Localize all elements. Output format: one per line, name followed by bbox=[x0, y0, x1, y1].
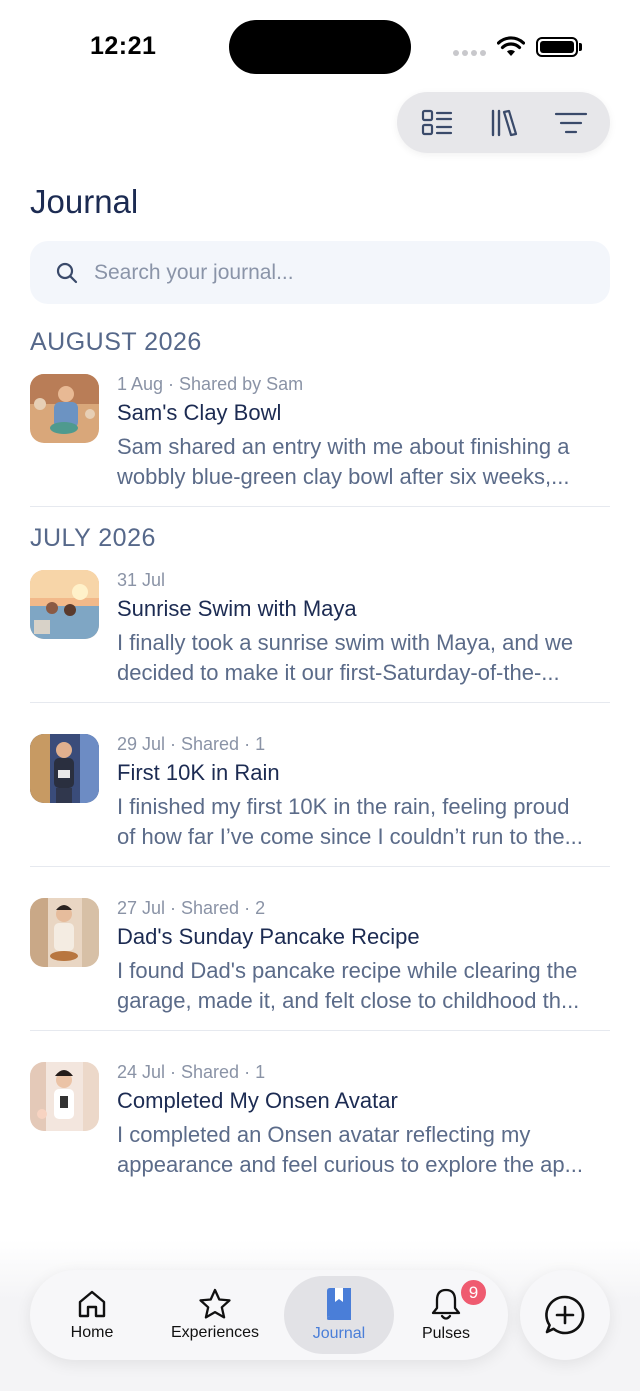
entry-title: Completed My Onsen Avatar bbox=[117, 1088, 398, 1113]
excerpt-line: I found Dad's pancake recipe while clear… bbox=[117, 958, 578, 983]
add-chat-icon bbox=[545, 1295, 585, 1335]
entry-thumbnail bbox=[30, 570, 99, 639]
entry-excerpt: I finally took a sunrise swim with Maya,… bbox=[117, 628, 610, 688]
entry-title: First 10K in Rain bbox=[117, 760, 280, 785]
entry-meta: 27 Jul · Shared · 2 bbox=[117, 898, 266, 918]
tab-experiences[interactable]: Experiences bbox=[158, 1276, 272, 1354]
excerpt-line: appearance and feel curious to explore t… bbox=[117, 1152, 583, 1177]
journal-entry[interactable]: 1 Aug · Shared by Sam Sam's Clay Bowl Sa… bbox=[30, 374, 610, 494]
divider bbox=[30, 506, 610, 507]
excerpt-line: Sam shared an entry with me about finish… bbox=[117, 434, 570, 459]
view-toolbar bbox=[397, 92, 610, 153]
entry-thumbnail bbox=[30, 374, 99, 443]
excerpt-line: decided to make it our first-Saturday-of… bbox=[117, 660, 560, 685]
excerpt-line: I finished my first 10K in the rain, fee… bbox=[117, 794, 570, 819]
dynamic-island bbox=[229, 20, 411, 74]
entry-meta: 1 Aug · Shared by Sam bbox=[117, 374, 304, 394]
entry-title: Dad's Sunday Pancake Recipe bbox=[117, 924, 420, 949]
entry-meta: 31 Jul bbox=[117, 570, 166, 590]
battery-tip bbox=[579, 43, 582, 51]
wifi-icon bbox=[497, 36, 525, 56]
status-time: 12:21 bbox=[90, 32, 157, 60]
divider bbox=[30, 866, 610, 867]
entry-excerpt: Sam shared an entry with me about finish… bbox=[117, 432, 610, 492]
entry-thumbnail bbox=[30, 734, 99, 803]
entry-excerpt: I found Dad's pancake recipe while clear… bbox=[117, 956, 610, 1016]
entry-meta: 29 Jul · Shared · 1 bbox=[117, 734, 266, 754]
entry-title: Sam's Clay Bowl bbox=[117, 400, 282, 425]
excerpt-line: wobbly blue-green clay bowl after six we… bbox=[117, 464, 570, 489]
tab-home[interactable]: Home bbox=[50, 1276, 134, 1354]
search-bar[interactable] bbox=[30, 241, 610, 304]
journal-entry[interactable]: 27 Jul · Shared · 2 Dad's Sunday Pancake… bbox=[30, 898, 610, 1018]
excerpt-line: of how far I’ve come since I couldn’t ru… bbox=[117, 824, 583, 849]
library-button[interactable] bbox=[476, 98, 532, 148]
journal-entry[interactable]: 29 Jul · Shared · 1 First 10K in Rain I … bbox=[30, 734, 610, 854]
divider bbox=[30, 702, 610, 703]
cellular-signal-icon bbox=[453, 50, 486, 56]
entry-meta: 24 Jul · Shared · 1 bbox=[117, 1062, 266, 1082]
filter-icon bbox=[554, 112, 587, 133]
entry-thumbnail bbox=[30, 1062, 99, 1131]
list-view-icon bbox=[421, 109, 452, 135]
month-header: AUGUST 2026 bbox=[30, 328, 202, 356]
home-icon bbox=[78, 1290, 106, 1318]
tab-journal[interactable]: Journal bbox=[284, 1276, 394, 1354]
journal-entry[interactable]: 24 Jul · Shared · 1 Completed My Onsen A… bbox=[30, 1062, 610, 1182]
bell-icon bbox=[431, 1288, 461, 1320]
status-bar: 12:21 bbox=[0, 0, 640, 80]
journal-entry[interactable]: 31 Jul Sunrise Swim with Maya I finally … bbox=[30, 570, 610, 690]
star-icon bbox=[199, 1288, 231, 1319]
search-icon bbox=[56, 262, 78, 283]
month-header: JULY 2026 bbox=[30, 524, 156, 552]
journal-book-icon bbox=[327, 1288, 351, 1320]
excerpt-line: garage, made it, and felt close to child… bbox=[117, 988, 580, 1013]
divider bbox=[30, 1030, 610, 1031]
entry-thumbnail bbox=[30, 898, 99, 967]
filter-button[interactable] bbox=[543, 98, 599, 148]
new-chat-button[interactable] bbox=[520, 1270, 610, 1360]
tab-label: Experiences bbox=[170, 1324, 260, 1341]
entry-excerpt: I completed an Onsen avatar reflecting m… bbox=[117, 1120, 610, 1180]
tab-label: Pulses bbox=[421, 1325, 471, 1342]
tab-bar: Home Experiences Journal Pulses bbox=[30, 1270, 508, 1360]
list-view-button[interactable] bbox=[409, 98, 465, 148]
page-title: Journal bbox=[30, 183, 139, 220]
notification-badge: 9 bbox=[459, 1278, 488, 1307]
excerpt-line: I completed an Onsen avatar reflecting m… bbox=[117, 1122, 531, 1147]
library-icon bbox=[491, 109, 517, 136]
excerpt-line: I finally took a sunrise swim with Maya,… bbox=[117, 630, 574, 655]
tab-label: Home bbox=[70, 1324, 114, 1341]
search-input[interactable] bbox=[94, 260, 574, 285]
entry-title: Sunrise Swim with Maya bbox=[117, 596, 357, 621]
tab-label: Journal bbox=[312, 1325, 366, 1342]
entry-excerpt: I finished my first 10K in the rain, fee… bbox=[117, 792, 610, 852]
battery-icon bbox=[536, 37, 578, 57]
